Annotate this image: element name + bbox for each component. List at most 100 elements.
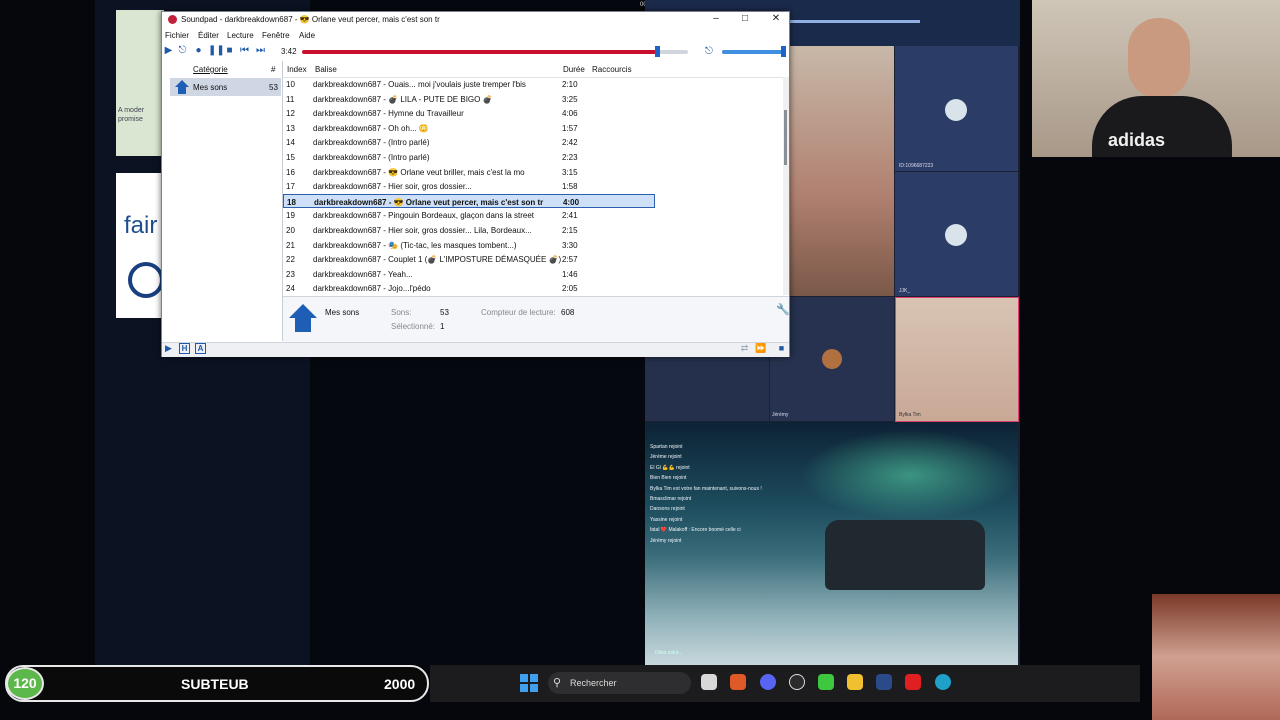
task-view-icon[interactable] xyxy=(701,674,717,690)
sound-duration: 3:15 xyxy=(562,167,578,177)
avatar xyxy=(945,99,967,121)
auto-icon[interactable]: A xyxy=(195,343,206,354)
pause-icon[interactable]: ❚❚ xyxy=(208,45,225,56)
sound-row[interactable]: 22 darkbreakdown687 - Couplet 1 (💣 L'IMPO… xyxy=(283,252,655,267)
wrench-icon[interactable]: 🔧 xyxy=(776,303,790,316)
sound-duration: 4:00 xyxy=(563,197,580,207)
sound-tag: darkbreakdown687 - 🎭 (Tic-tac, les masqu… xyxy=(313,240,517,250)
sound-tag: darkbreakdown687 - 😎 Orlane veut percer,… xyxy=(314,197,544,207)
headphones-icon[interactable]: ⎋ xyxy=(705,46,717,58)
menu-bar: Fichier Éditer Lecture Fenêtre Aide xyxy=(162,31,789,43)
close-button[interactable]: ✕ xyxy=(770,13,782,27)
sound-tag: darkbreakdown687 - Hier soir, gros dossi… xyxy=(313,226,532,235)
sound-row[interactable]: 10 darkbreakdown687 - Ouais... moi j'voul… xyxy=(283,77,655,92)
sound-duration: 4:06 xyxy=(562,109,578,119)
sound-tag: darkbreakdown687 - Hier soir, gros dossi… xyxy=(313,182,472,192)
menu-editer[interactable]: Éditer xyxy=(198,31,219,40)
forward-icon[interactable]: ⏩ xyxy=(755,343,766,354)
maximize-button[interactable]: □ xyxy=(739,13,751,27)
sound-row[interactable]: 24 darkbreakdown687 - Jojo...l'pédo 2:05 xyxy=(283,281,655,295)
shortcuts-column-header[interactable]: Raccourcis xyxy=(592,65,632,74)
moon-logo-icon xyxy=(128,262,164,298)
chat-message: Jéréme rejoint xyxy=(650,454,682,461)
edge-icon[interactable] xyxy=(935,674,951,690)
chat-icon[interactable]: ■ xyxy=(776,343,787,354)
participant-name: JJK_ xyxy=(899,288,911,294)
sound-row[interactable]: 14 darkbreakdown687 - (Intro parlé) 2:42 xyxy=(283,135,655,150)
tag-column-header[interactable]: Balise xyxy=(315,65,337,74)
sounds-count-label: Sons: xyxy=(391,308,412,317)
index-column-header[interactable]: Index xyxy=(287,65,307,74)
play-counter-label: Compteur de lecture: xyxy=(481,308,556,317)
info-category-name: Mes sons xyxy=(325,308,360,317)
sound-row[interactable]: 16 darkbreakdown687 - 😎 Orlane veut brill… xyxy=(283,165,655,180)
background-card xyxy=(116,10,164,156)
duration-column-header[interactable]: Durée xyxy=(563,65,585,74)
count-column-header[interactable]: # xyxy=(271,65,275,74)
chat-message: Spartan rejoint xyxy=(650,444,683,450)
menu-aide[interactable]: Aide xyxy=(299,31,315,40)
sound-row[interactable]: 12 darkbreakdown687 - Hymne du Travailleu… xyxy=(283,106,655,121)
stop-icon[interactable]: ■ xyxy=(224,45,235,56)
video-tile[interactable] xyxy=(895,297,1019,422)
sound-row[interactable]: 21 darkbreakdown687 - 🎭 (Tic-tac, les mas… xyxy=(283,238,655,253)
sound-row[interactable]: 20 darkbreakdown687 - Hier soir, gros dos… xyxy=(283,223,655,238)
category-column-header[interactable]: Catégorie xyxy=(193,65,228,74)
app-icon[interactable] xyxy=(847,674,863,690)
category-count: 53 xyxy=(269,83,278,92)
participant-name: Bylka Tim xyxy=(899,412,921,418)
youtube-icon[interactable] xyxy=(905,674,921,690)
sound-list: 10 darkbreakdown687 - Ouais... moi j'voul… xyxy=(283,77,783,295)
scrollbar-thumb[interactable] xyxy=(784,110,787,165)
minimize-button[interactable]: – xyxy=(710,13,722,27)
windows-start-icon[interactable] xyxy=(520,674,538,692)
sound-row[interactable]: 15 darkbreakdown687 - (Intro parlé) 2:23 xyxy=(283,150,655,165)
previous-icon[interactable]: ⏮ xyxy=(239,45,250,56)
repeat-icon[interactable]: ⇄ xyxy=(739,343,750,354)
menu-lecture[interactable]: Lecture xyxy=(227,31,254,40)
video-tile[interactable] xyxy=(790,46,894,296)
volume-handle[interactable] xyxy=(781,46,786,57)
headphones-icon[interactable]: ⎋ xyxy=(177,45,188,56)
sound-index: 20 xyxy=(286,226,295,235)
selected-count-label: Sélectionné: xyxy=(391,322,436,331)
sound-row[interactable]: 11 darkbreakdown687 - 💣 LILA - PUTE DE BI… xyxy=(283,92,655,107)
search-icon: ⚲ xyxy=(553,677,562,689)
brave-icon[interactable] xyxy=(730,674,746,690)
sound-row[interactable]: 13 darkbreakdown687 - Oh oh... 😳 1:57 xyxy=(283,121,655,136)
sound-tag: darkbreakdown687 - 💣 LILA - PUTE DE BIGO… xyxy=(313,94,493,104)
sound-index: 21 xyxy=(286,240,295,250)
microphone-icon[interactable]: ● xyxy=(193,45,204,56)
hotkey-icon[interactable]: H xyxy=(179,343,190,354)
next-icon[interactable]: ⏭ xyxy=(255,45,266,56)
app-icon[interactable] xyxy=(818,674,834,690)
avatar xyxy=(822,349,842,369)
decorative-frame xyxy=(780,10,920,23)
play-icon[interactable]: ▶ xyxy=(163,343,174,354)
sound-index: 13 xyxy=(286,123,295,133)
guest-webcam xyxy=(1152,594,1280,720)
chat-list: Spartan rejoint Jéréme rejoint El Gl 💪💪 … xyxy=(650,442,870,546)
sound-row[interactable]: 23 darkbreakdown687 - Yeah... 1:46 xyxy=(283,267,655,282)
progress-handle[interactable] xyxy=(655,46,661,57)
sound-duration: 2:57 xyxy=(562,255,578,265)
sound-row[interactable]: 17 darkbreakdown687 - Hier soir, gros dos… xyxy=(283,179,655,194)
steam-icon[interactable] xyxy=(876,674,892,690)
sound-row[interactable]: 18 darkbreakdown687 - 😎 Orlane veut perce… xyxy=(283,193,655,209)
goal-target: 2000 xyxy=(384,676,416,692)
background-card-text: fair xyxy=(124,212,158,239)
play-counter-value: 608 xyxy=(561,308,575,317)
chat-input[interactable]: Dites salut... xyxy=(655,650,683,656)
sub-count: 120 xyxy=(13,675,37,691)
play-icon[interactable]: ▶ xyxy=(163,45,174,56)
sound-duration: 2:15 xyxy=(562,226,578,235)
menu-fichier[interactable]: Fichier xyxy=(165,31,189,40)
sound-duration: 2:05 xyxy=(562,284,578,294)
category-label: Mes sons xyxy=(193,83,228,92)
sound-row[interactable]: 19 darkbreakdown687 - Pingouin Bordeaux, … xyxy=(283,208,655,223)
chat-message: Yassine rejoint xyxy=(650,516,683,523)
obs-icon[interactable] xyxy=(789,674,805,690)
discord-icon[interactable] xyxy=(760,674,776,690)
menu-fenetre[interactable]: Fenêtre xyxy=(262,31,290,40)
sound-tag: darkbreakdown687 - Pingouin Bordeaux, gl… xyxy=(313,211,535,221)
